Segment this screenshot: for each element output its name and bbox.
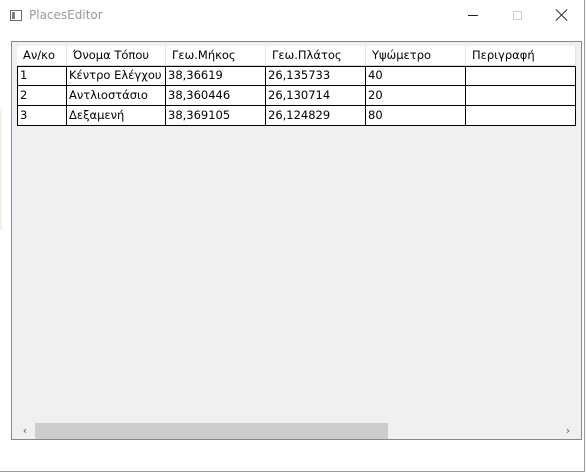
cell-latitude[interactable]: 26,130714 [266, 86, 366, 105]
cell-altitude[interactable]: 40 [366, 67, 466, 85]
cell-longitude[interactable]: 38,360446 [166, 86, 266, 105]
cell-longitude[interactable]: 38,369105 [166, 106, 266, 125]
close-icon [556, 9, 568, 21]
minimize-button[interactable] [450, 0, 496, 30]
cell-index[interactable]: 1 [17, 67, 67, 85]
table-row[interactable]: 3 Δεξαμενή 38,369105 26,124829 80 [17, 106, 576, 126]
places-editor-window: PlacesEditor Αν/κο Όνομα Τόπου Γεω.Μήκος… [0, 0, 585, 472]
title-bar[interactable]: PlacesEditor [0, 0, 585, 32]
maximize-button[interactable] [494, 0, 540, 30]
cell-latitude[interactable]: 26,135733 [266, 67, 366, 85]
cell-name[interactable]: Δεξαμενή [67, 106, 166, 125]
column-header-longitude[interactable]: Γεω.Μήκος [166, 46, 266, 65]
cell-name[interactable]: Αντλιοστάσιο [67, 86, 166, 105]
background-window-edge [0, 108, 2, 230]
cell-description[interactable] [466, 86, 576, 105]
cell-altitude[interactable]: 80 [366, 106, 466, 125]
cell-latitude[interactable]: 26,124829 [266, 106, 366, 125]
cell-name[interactable]: Κέντρο Ελέγχου [67, 67, 166, 85]
app-window-icon [10, 10, 22, 21]
column-header-index[interactable]: Αν/κο [17, 46, 67, 65]
cell-longitude[interactable]: 38,36619 [166, 67, 266, 85]
cell-description[interactable] [466, 67, 576, 85]
column-header-altitude[interactable]: Υψώμετρο [366, 46, 466, 65]
places-data-grid[interactable]: Αν/κο Όνομα Τόπου Γεω.Μήκος Γεω.Πλάτος Υ… [11, 41, 582, 440]
maximize-icon [512, 10, 522, 20]
table-row[interactable]: 1 Κέντρο Ελέγχου 38,36619 26,135733 40 [17, 66, 576, 86]
close-button[interactable] [539, 0, 585, 30]
column-header-name[interactable]: Όνομα Τόπου [67, 46, 166, 65]
scroll-left-icon[interactable]: ‹ [19, 425, 31, 437]
horizontal-scrollbar[interactable]: ‹ › [13, 423, 580, 439]
window-title: PlacesEditor [29, 8, 103, 22]
cell-altitude[interactable]: 20 [366, 86, 466, 105]
grid-header-row: Αν/κο Όνομα Τόπου Γεω.Μήκος Γεω.Πλάτος Υ… [17, 46, 576, 66]
scrollbar-thumb[interactable] [35, 423, 388, 439]
scroll-right-icon[interactable]: › [562, 425, 574, 437]
grid-rows: 1 Κέντρο Ελέγχου 38,36619 26,135733 40 2… [17, 66, 576, 126]
table-row[interactable]: 2 Αντλιοστάσιο 38,360446 26,130714 20 [17, 86, 576, 106]
cell-index[interactable]: 3 [17, 106, 67, 125]
cell-description[interactable] [466, 106, 576, 125]
minimize-icon [468, 14, 478, 16]
column-header-description[interactable]: Περιγραφή [466, 46, 576, 65]
column-header-latitude[interactable]: Γεω.Πλάτος [266, 46, 366, 65]
cell-index[interactable]: 2 [17, 86, 67, 105]
